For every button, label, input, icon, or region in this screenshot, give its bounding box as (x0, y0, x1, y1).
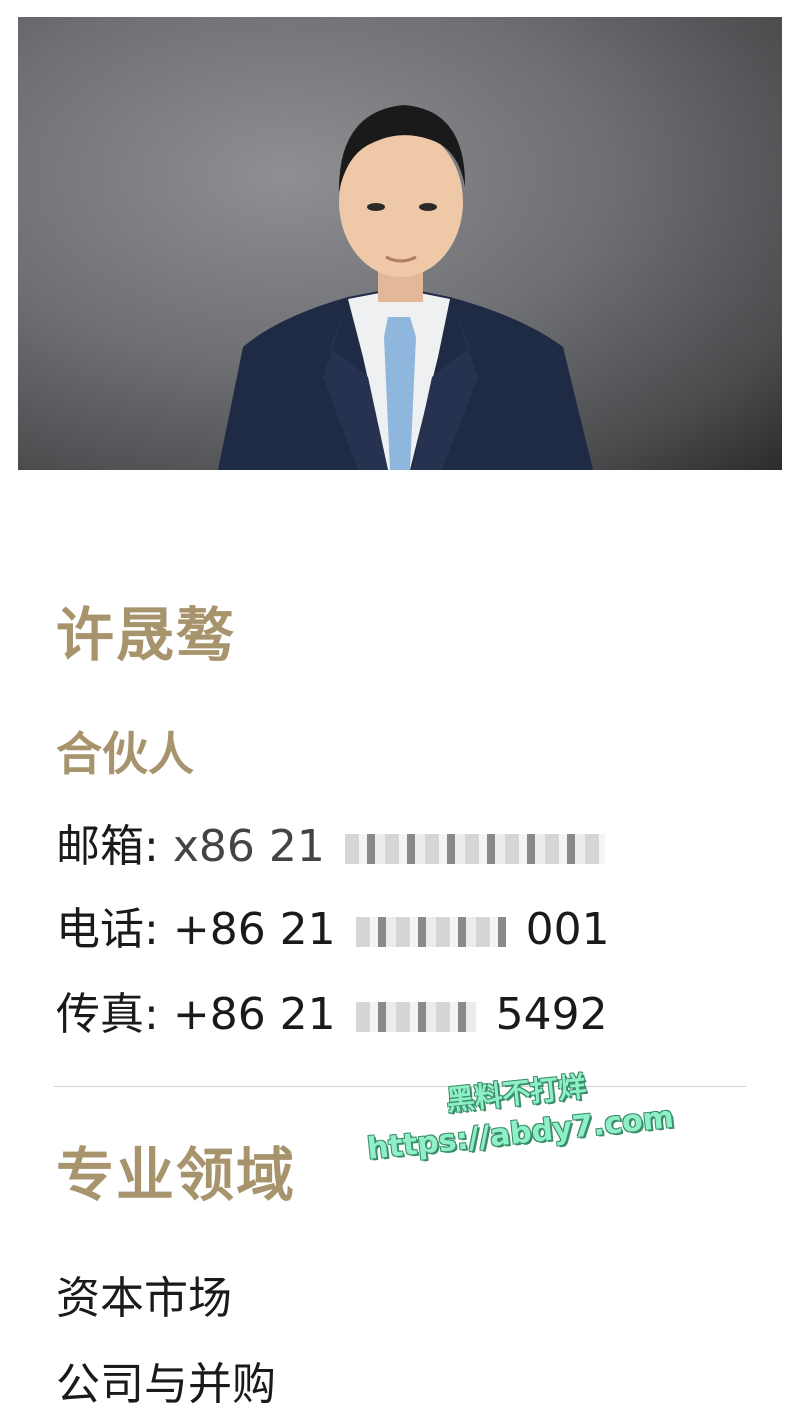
email-row: 邮箱: x86 21 (56, 810, 611, 874)
fax-prefix[interactable]: +86 21 (173, 989, 336, 1040)
person-name: 许晟骜 (56, 601, 237, 669)
practice-areas-title: 专业领域 (56, 1141, 297, 1209)
phone-label: 电话: (56, 904, 159, 955)
fax-suffix[interactable]: 5492 (496, 989, 608, 1040)
watermark-line1: 黑料不打烊 (444, 1069, 588, 1118)
redaction-mask (355, 1002, 476, 1032)
section-divider (54, 1086, 746, 1087)
email-value[interactable]: x86 21 (173, 821, 325, 872)
redaction-mask (355, 917, 506, 947)
watermark-overlay: 黑料不打烊 https://abdy7.com (345, 1054, 691, 1168)
fax-label: 传真: (56, 989, 159, 1040)
phone-row: 电话: +86 21 001 (56, 893, 610, 957)
profile-photo (18, 17, 782, 470)
email-label: 邮箱: (56, 821, 159, 872)
portrait-illustration (218, 105, 593, 470)
phone-suffix[interactable]: 001 (526, 904, 610, 955)
practice-area-item[interactable]: 资本市场 (56, 1262, 232, 1326)
practice-area-item[interactable]: 公司与并购 (56, 1348, 276, 1412)
fax-row: 传真: +86 21 5492 (56, 978, 608, 1042)
redaction-mask (344, 834, 605, 864)
phone-prefix[interactable]: +86 21 (173, 904, 336, 955)
watermark-line2: https://abdy7.com (365, 1099, 676, 1167)
person-role: 合伙人 (56, 727, 194, 781)
